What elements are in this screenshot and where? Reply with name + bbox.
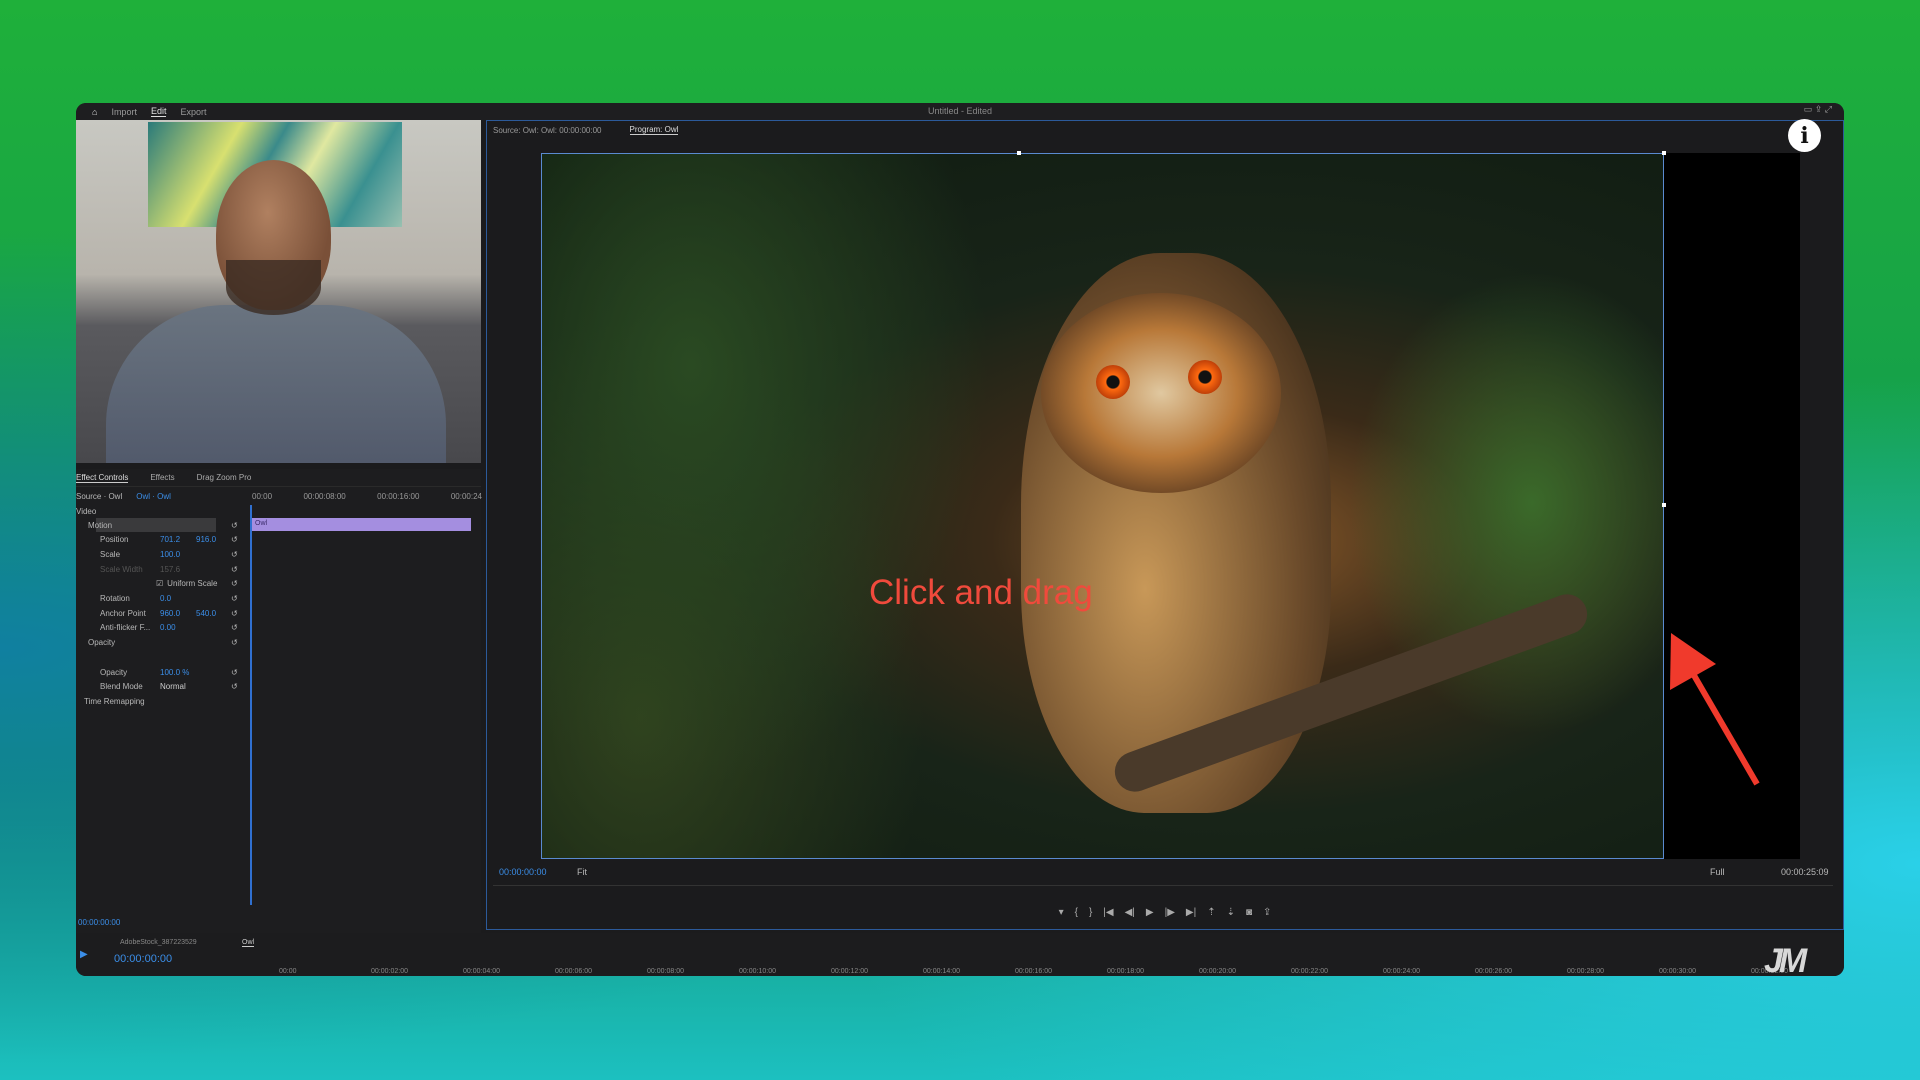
info-icon[interactable]: i xyxy=(1788,119,1821,152)
jm-logo: JM xyxy=(1764,942,1807,980)
red-arrow-annotation xyxy=(1670,633,1760,786)
